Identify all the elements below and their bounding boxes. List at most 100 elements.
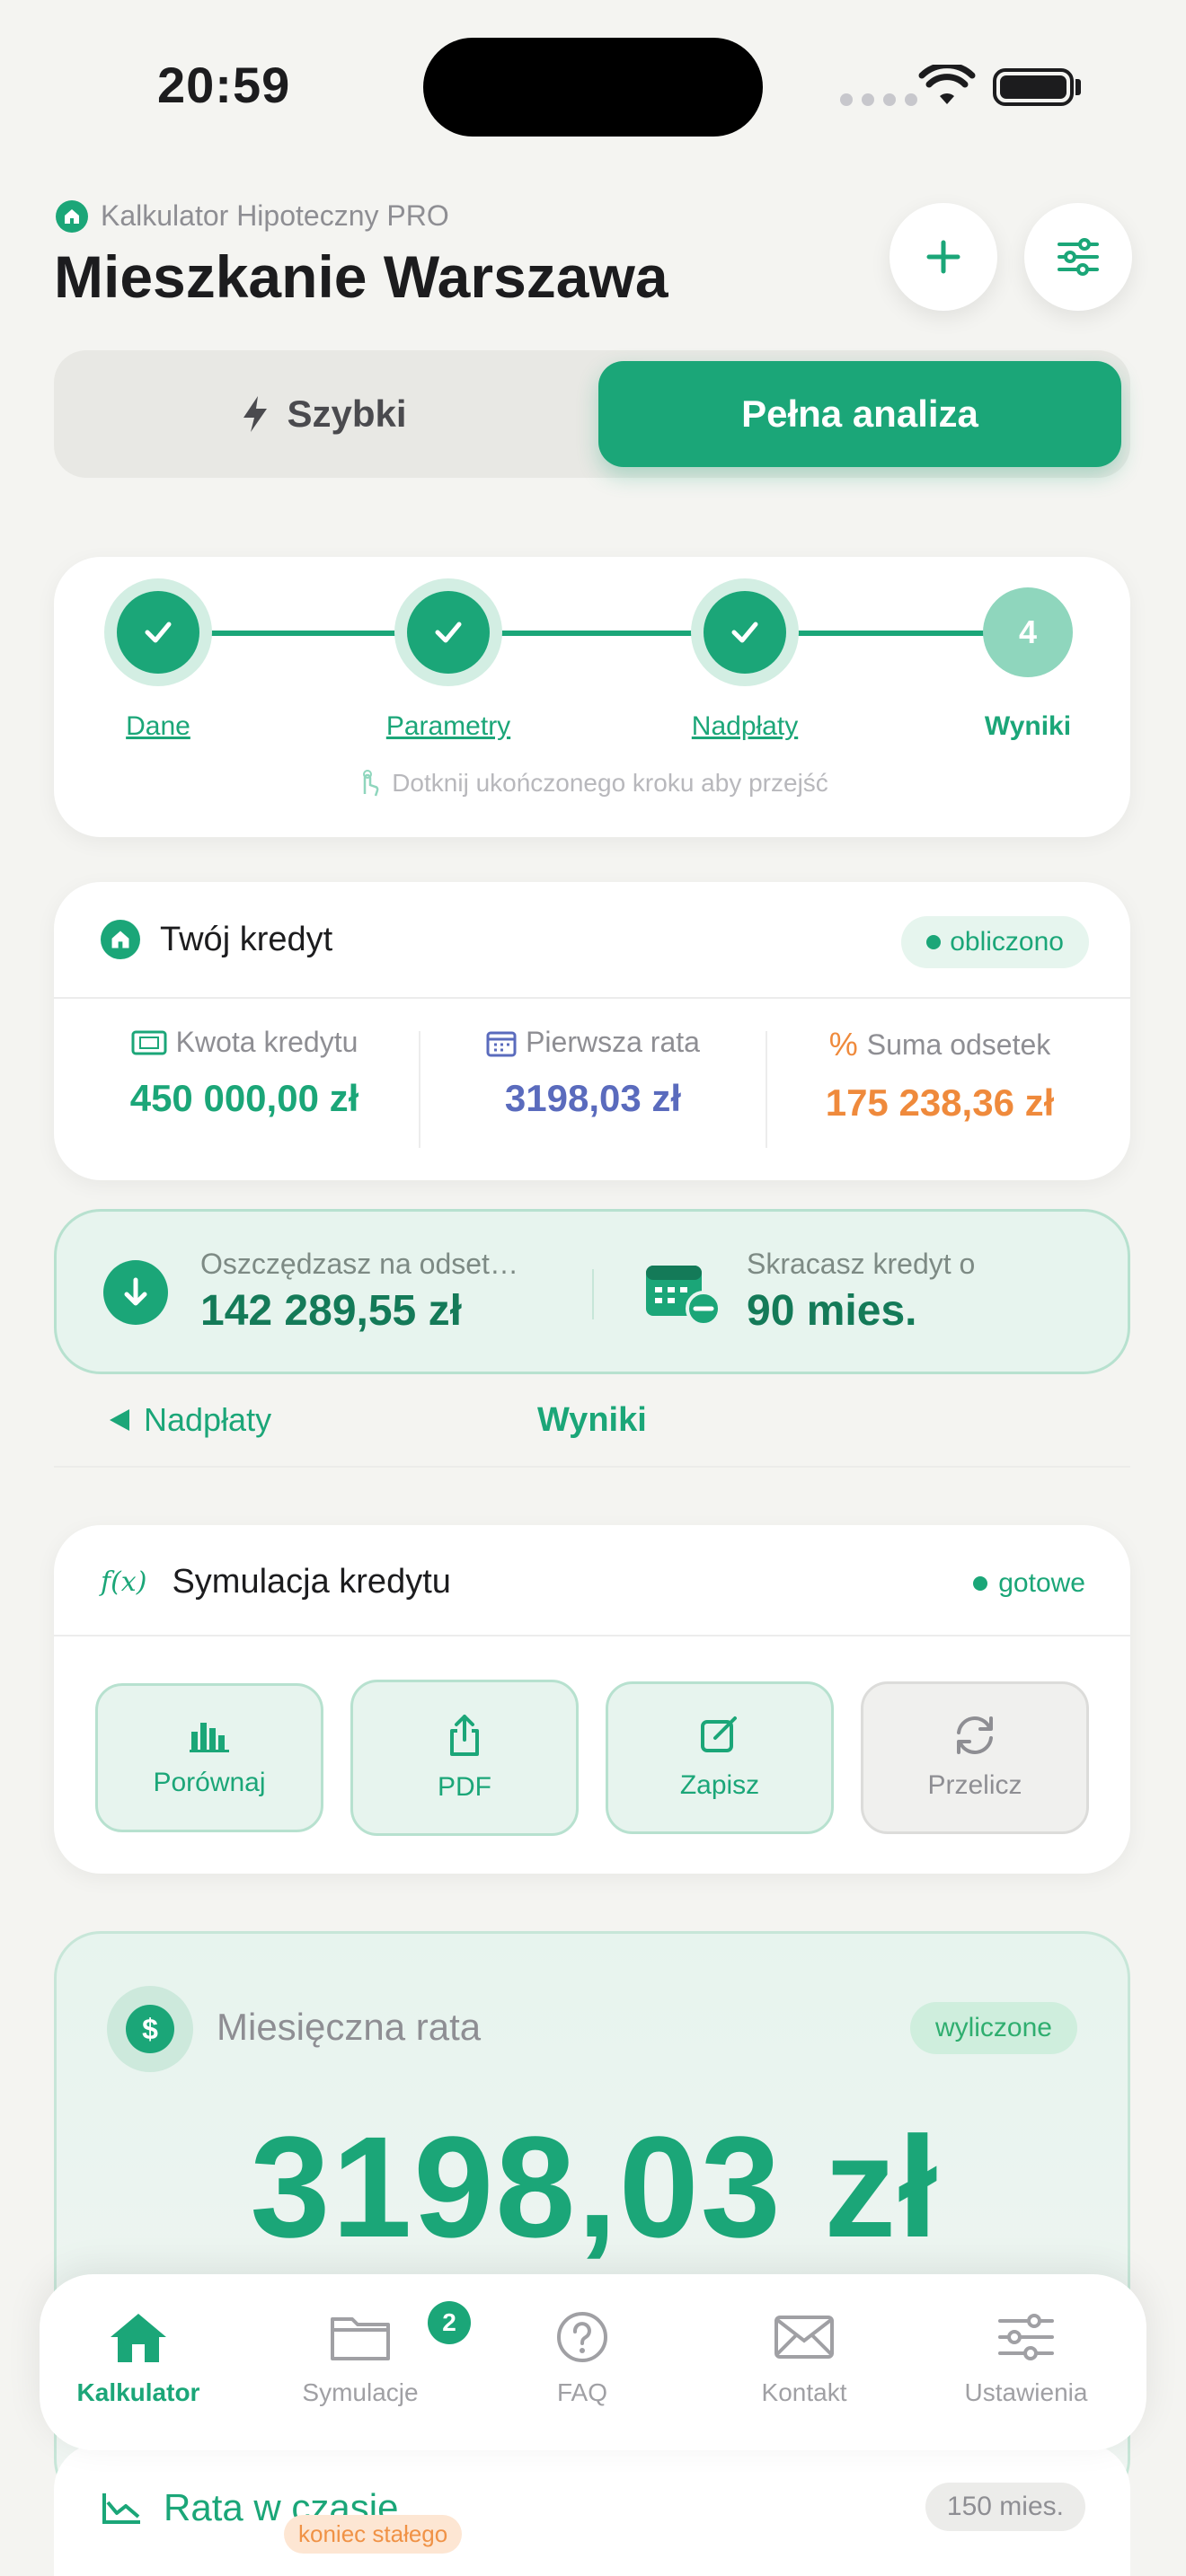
credit-status-badge: obliczono [901,916,1089,968]
step-1-button[interactable] [104,578,212,686]
battery-tip [1075,79,1081,95]
sliders-icon [998,2314,1054,2360]
triangle-left-icon [110,1409,129,1431]
monthly-payment-label: Miesięczna rata [217,2006,482,2048]
tab-label: Kalkulator [76,2378,200,2406]
app-name: Kalkulator Hipoteczny PRO [56,199,449,233]
fixed-rate-end-marker: koniec stałego [284,2515,463,2554]
divider [766,1031,767,1148]
folder-icon [331,2317,390,2360]
compare-button[interactable]: Porównaj [95,1683,323,1832]
step-4-indicator: 4 [983,587,1073,677]
step-4-label: Wyniki [984,711,1072,741]
recalculate-button[interactable]: Przelicz [861,1681,1089,1834]
mail-icon [774,2316,834,2359]
step-2-label[interactable]: Parametry [341,711,556,742]
check-icon [145,622,172,643]
calendar-icon [486,1031,517,1056]
stat-total-interest: % Suma odsetek 175 238,36 zł [769,1026,1111,1125]
battery-icon [993,68,1074,106]
stat-label: Kwota kredytu [175,1026,358,1058]
monthly-status-badge: wyliczone [909,2002,1077,2054]
back-button[interactable]: Nadpłaty [108,1401,271,1439]
term-reduction-label: Skracasz kredyt o [747,1248,976,1280]
percent-icon: % [828,1026,858,1063]
stat-value: 450 000,00 zł [129,1077,359,1119]
simulation-title-label: Symulacja kredytu [172,1563,451,1601]
term-reduction-value: 90 mies. [747,1287,917,1335]
stat-value: 3198,03 zł [504,1077,682,1119]
stat-value: 175 238,36 zł [825,1081,1055,1124]
pdf-button[interactable]: PDF [350,1680,579,1836]
step-3-label[interactable]: Nadpłaty [637,711,853,742]
check-icon [435,622,462,643]
back-label: Nadpłaty [144,1401,272,1438]
lightning-icon [243,396,268,432]
stat-label: Pierwsza rata [526,1026,700,1058]
term-reduction: Skracasz kredyt o 90 mies. [747,1248,975,1336]
tap-icon [363,770,379,797]
tab-kalkulator[interactable]: Kalkulator [40,2310,237,2407]
stat-label: Suma odsetek [866,1028,1051,1061]
status-dot [926,935,942,949]
status-dot [973,1576,988,1591]
arrow-down-icon [103,1260,168,1325]
share-icon [450,1715,479,1756]
mode-full-button[interactable]: Pełna analiza [598,361,1121,467]
tab-ustawienia[interactable]: Ustawienia [927,2310,1125,2407]
cash-icon [131,1030,167,1054]
interest-savings-label: Oszczędzasz na odset… [200,1248,518,1280]
steps-hint-text: Dotknij ukończonego kroku aby przejść [392,769,828,797]
credit-title-label: Twój kredyt [160,920,333,958]
simulation-card: f(x) Symulacja kredytu gotowe Porównaj P… [54,1525,1130,1874]
monthly-payment-value: 3198,03 zł [250,2106,940,2267]
function-icon: f(x) [101,1566,147,1598]
home-icon [111,2314,166,2362]
tab-bar: Kalkulator Symulacje 2 FAQ Kontakt Ustaw… [40,2274,1146,2450]
mode-full-label: Pełna analiza [741,393,978,435]
credit-header: Twój kredyt obliczono [54,882,1130,999]
mode-quick-button[interactable]: Szybki [54,350,593,478]
stat-first-payment: Pierwsza rata 3198,03 zł [422,1026,764,1120]
tab-label: Kontakt [761,2378,847,2406]
dollar-icon: $ [107,1986,193,2072]
filters-button[interactable] [1024,203,1132,311]
save-button[interactable]: Zapisz [606,1681,834,1834]
calendar-minus-icon [644,1258,721,1331]
credit-status-text: obliczono [950,927,1064,957]
tab-label: Symulacje [302,2378,419,2406]
interest-savings-value: 142 289,55 zł [200,1287,462,1335]
recalculate-label: Przelicz [927,1770,1022,1800]
stat-loan-amount: Kwota kredytu 450 000,00 zł [74,1026,415,1120]
wifi-icon [918,62,976,112]
step-1-label[interactable]: Dane [50,711,266,742]
home-icon [56,199,88,233]
question-icon [557,2312,607,2362]
add-button[interactable] [890,203,997,311]
bar-chart-icon [190,1723,229,1752]
tab-faq[interactable]: FAQ [483,2310,681,2407]
app-name-label: Kalkulator Hipoteczny PRO [101,199,449,232]
step-3-button[interactable] [691,578,799,686]
credit-title: Twój kredyt [101,920,332,959]
simulation-header: f(x) Symulacja kredytu gotowe [54,1525,1130,1636]
tab-kontakt[interactable]: Kontakt [705,2310,903,2407]
line-chart-icon [102,2493,140,2524]
steps-connector [171,631,1033,636]
sliders-icon [1058,238,1099,276]
tab-label: Ustawienia [964,2378,1088,2406]
step-navigation: Nadpłaty Wyniki [54,1374,1130,1468]
interest-savings: Oszczędzasz na odset… 142 289,55 zł [200,1248,518,1336]
pdf-label: PDF [438,1772,491,1802]
rate-over-time-card: Rata w czasie 150 mies. koniec stałego [54,2443,1130,2576]
step-2-button[interactable] [394,578,502,686]
tab-label: FAQ [556,2378,607,2406]
home-icon [101,920,140,959]
save-label: Zapisz [679,1770,760,1800]
simulation-title: f(x) Symulacja kredytu [101,1563,451,1601]
status-time: 20:59 [157,57,291,113]
simulation-status-text: gotowe [998,1568,1085,1598]
edit-icon [701,1716,737,1752]
refresh-icon [957,1716,993,1754]
current-step-title: Wyniki [537,1401,647,1439]
